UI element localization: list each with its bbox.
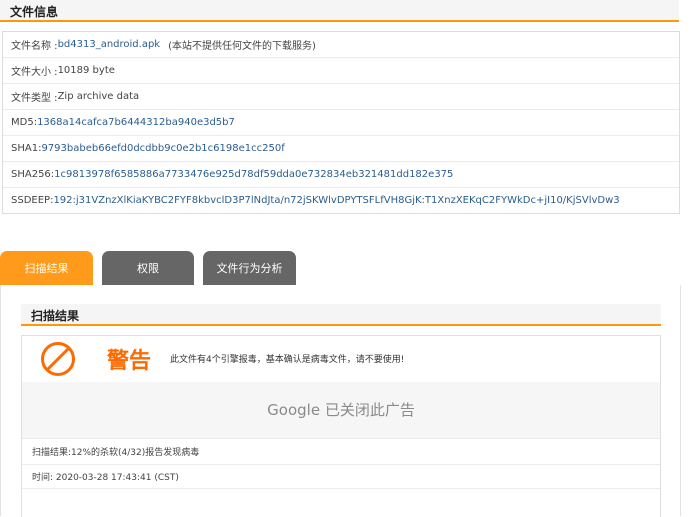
file-info-title: 文件信息 [10,5,59,19]
warning-text: 此文件有4个引擎报毒，基本确认是病毒文件，请不要使用! [170,355,405,365]
md5-label: MD5: [11,117,38,128]
tab-file-behavior[interactable]: 文件行为分析 [203,251,296,285]
sha1-label: SHA1: [11,143,42,154]
ad-placeholder: Google 已关闭此广告 [22,382,660,438]
scan-result-row: 扫描结果:12%的杀软(4/32)报告发现病毒 [22,438,660,463]
ad-closed-text: Google 已关闭此广告 [267,401,415,419]
ssdeep-value: 192:j31VZnzXlKiaKYBC2FYF8kbvclD3P7lNdJta… [53,195,620,206]
md5-row: MD5: 1368a14cafca7b6444312ba940e3d5b7 [3,110,679,136]
ssdeep-label: SSDEEP: [11,195,54,206]
ban-icon [41,342,75,376]
sha256-value: 1c9813978f6585886a7733476e925d78df59dda0… [54,169,454,180]
download-note: (本站不提供任何文件的下载服务) [168,41,316,52]
file-type-label: 文件类型 : [11,93,58,104]
scan-time-row: 时间: 2020-03-28 17:43:41 (CST) [22,464,660,489]
scan-title: 扫描结果 [31,309,80,323]
scan-header: 扫描结果 [21,304,661,326]
warning-row: 警告 此文件有4个引擎报毒，基本确认是病毒文件，请不要使用! [22,336,660,382]
file-type-row: 文件类型 : Zip archive data [3,84,679,110]
scan-panel: 扫描结果 警告 此文件有4个引擎报毒，基本确认是病毒文件，请不要使用! Goog… [0,285,681,517]
tab-permissions[interactable]: 权限 [102,251,194,285]
warning-title: 警告 [107,349,152,374]
file-name-label: 文件名称 : [11,41,58,52]
file-name-value: bd4313_android.apk [57,39,161,50]
file-size-label: 文件大小 : [11,67,58,78]
result-tabs: 扫描结果 权限 文件行为分析 [0,251,679,285]
file-type-value: Zip archive data [57,91,140,102]
sha1-value: 9793babeb66efd0dcdbb9c0e2b1c6198e1cc250f [41,143,285,154]
file-name-row: 文件名称 : bd4313_android.apk (本站不提供任何文件的下载服… [3,32,679,58]
tab-scan-results[interactable]: 扫描结果 [0,251,93,285]
sha256-label: SHA256: [11,169,55,180]
md5-value: 1368a14cafca7b6444312ba940e3d5b7 [37,117,235,128]
file-info-box: 文件名称 : bd4313_android.apk (本站不提供任何文件的下载服… [2,31,680,214]
sha256-row: SHA256: 1c9813978f6585886a7733476e925d78… [3,162,679,188]
ssdeep-row: SSDEEP: 192:j31VZnzXlKiaKYBC2FYF8kbvclD3… [3,188,679,213]
file-size-row: 文件大小 : 10189 byte [3,58,679,84]
file-size-value: 10189 byte [57,65,115,76]
scan-result-box: 警告 此文件有4个引擎报毒，基本确认是病毒文件，请不要使用! Google 已关… [21,335,661,517]
sha1-row: SHA1: 9793babeb66efd0dcdbb9c0e2b1c6198e1… [3,136,679,162]
file-info-header: 文件信息 [0,0,679,22]
